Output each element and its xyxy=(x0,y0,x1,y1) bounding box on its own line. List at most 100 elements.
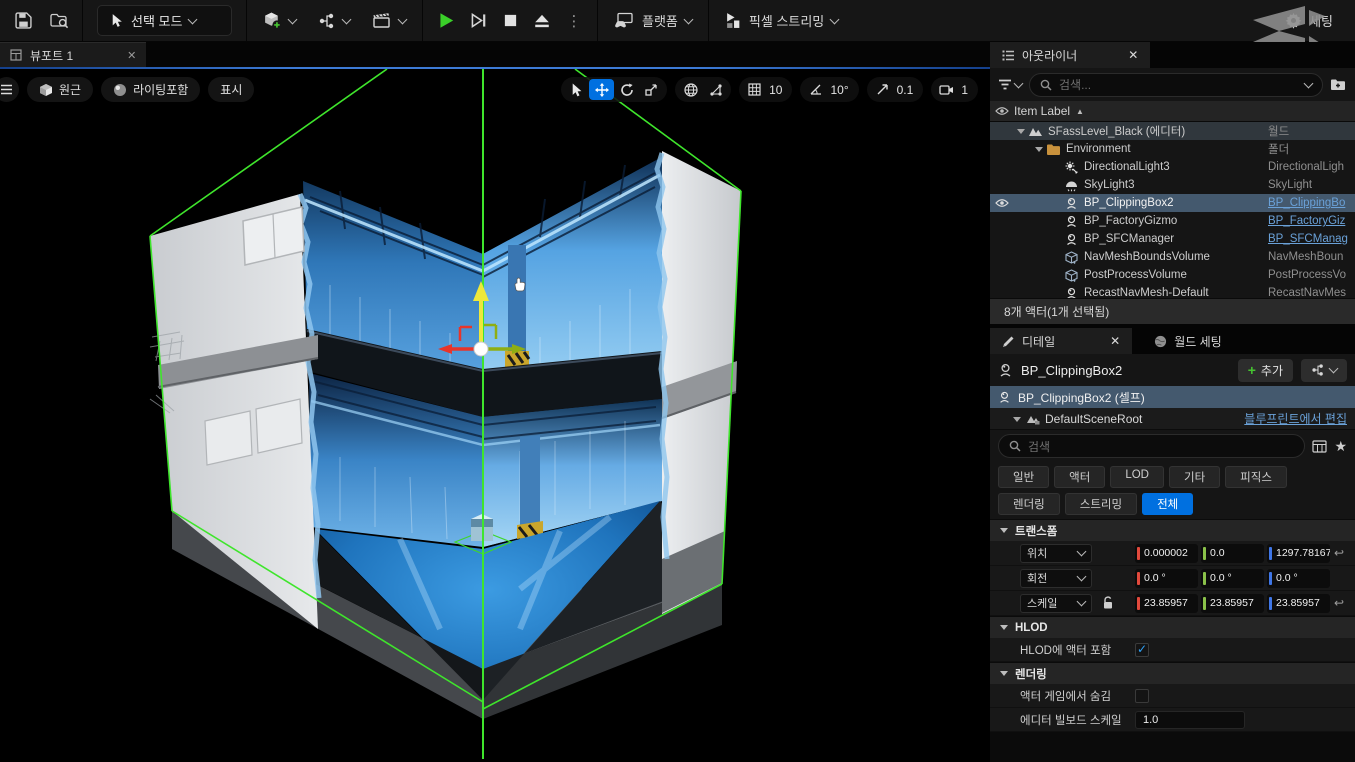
blueprint-actions-dropdown[interactable] xyxy=(1301,359,1347,382)
unlock-icon[interactable] xyxy=(1102,596,1114,610)
cinematics-dropdown[interactable] xyxy=(364,7,414,34)
transform-value-input[interactable]: 0.0 ° xyxy=(1135,569,1198,588)
section-rendering[interactable]: 렌더링 xyxy=(990,662,1355,684)
view-mode-dropdown[interactable]: 라이팅포함 xyxy=(101,77,200,102)
surface-snap-button[interactable] xyxy=(703,79,728,100)
tab-viewport-1[interactable]: 뷰포트 1 ✕ xyxy=(0,42,146,67)
camera-speed-button[interactable] xyxy=(934,79,959,100)
filter-pill-렌더링[interactable]: 렌더링 xyxy=(998,493,1060,515)
blueprints-dropdown[interactable] xyxy=(310,7,358,35)
play-options-button[interactable]: ⋮ xyxy=(559,6,589,36)
expand-arrow-icon[interactable] xyxy=(1034,144,1044,154)
hidden-in-game-checkbox[interactable] xyxy=(1135,689,1149,703)
filter-pill-기타[interactable]: 기타 xyxy=(1169,466,1220,488)
favorites-star-icon[interactable]: ★ xyxy=(1334,438,1347,455)
viewport-options-button[interactable] xyxy=(0,77,19,102)
select-tool-button[interactable] xyxy=(564,79,589,100)
camera-speed-value[interactable]: 1 xyxy=(959,83,975,97)
coord-snap-tools xyxy=(675,77,731,102)
tab-details[interactable]: 디테일 ✕ xyxy=(990,328,1132,354)
angle-snap-button[interactable] xyxy=(803,79,828,100)
transform-value-input[interactable]: 23.85957 xyxy=(1267,594,1330,613)
angle-snap-value[interactable]: 10° xyxy=(828,83,855,97)
eye-icon[interactable] xyxy=(990,198,1014,208)
outliner-row[interactable]: SkyLight3SkyLight xyxy=(990,176,1355,194)
stop-button[interactable] xyxy=(495,6,525,36)
outliner-item-type[interactable]: BP_ClippingBo xyxy=(1268,197,1355,209)
outliner-filter-button[interactable] xyxy=(998,79,1022,91)
eject-button[interactable] xyxy=(527,6,557,36)
details-search-input[interactable]: 검색 xyxy=(998,434,1305,458)
content-browser-button[interactable] xyxy=(44,6,74,36)
component-row-scene-root[interactable]: DefaultSceneRoot 블루프린트에서 편집 xyxy=(990,408,1355,430)
transform-value-input[interactable]: 0.0 ° xyxy=(1267,569,1330,588)
grid-snap-button[interactable] xyxy=(742,79,767,100)
transform-value-input[interactable]: 1297.781677 xyxy=(1267,544,1330,563)
outliner-item-type[interactable]: BP_FactoryGiz xyxy=(1268,215,1355,227)
component-row-self[interactable]: BP_ClippingBox2 (셀프) xyxy=(990,386,1355,408)
transform-axis-dropdown[interactable]: 위치 xyxy=(1020,544,1092,563)
edit-in-blueprint-link[interactable]: 블루프린트에서 편집 xyxy=(1244,410,1347,427)
expand-arrow-icon[interactable] xyxy=(1012,414,1022,424)
section-transform[interactable]: 트랜스폼 xyxy=(990,519,1355,541)
billboard-scale-input[interactable]: 1.0 xyxy=(1135,711,1245,729)
outliner-row[interactable]: DirectionalLight3DirectionalLigh xyxy=(990,158,1355,176)
pixel-streaming-dropdown[interactable]: 픽셀 스트리밍 xyxy=(717,6,846,35)
outliner-row[interactable]: SFassLevel_Black (에디터)월드 xyxy=(990,122,1355,140)
outliner-row[interactable]: PostProcessVolumePostProcessVo xyxy=(990,266,1355,284)
grid-snap-value[interactable]: 10 xyxy=(767,83,789,97)
outliner-add-folder-button[interactable] xyxy=(1330,78,1347,92)
transform-axis-dropdown[interactable]: 회전 xyxy=(1020,569,1092,588)
transform-value-input[interactable]: 0.0 xyxy=(1201,544,1264,563)
outliner-row[interactable]: RecastNavMesh-DefaultRecastNavMes xyxy=(990,284,1355,298)
details-search-row: 검색 ★ xyxy=(990,430,1355,462)
transform-value-input[interactable]: 0.000002 xyxy=(1135,544,1198,563)
scale-tool-button[interactable] xyxy=(639,79,664,100)
filter-pill-스트리밍[interactable]: 스트리밍 xyxy=(1065,493,1137,515)
filter-pill-전체[interactable]: 전체 xyxy=(1142,493,1193,515)
item-label-column-header[interactable]: Item Label xyxy=(1014,104,1070,118)
expand-arrow-icon[interactable] xyxy=(1016,126,1026,136)
perspective-dropdown[interactable]: 원근 xyxy=(27,77,93,102)
move-tool-button[interactable] xyxy=(589,79,614,100)
outliner-search-input[interactable]: 검색... xyxy=(1029,73,1323,97)
scale-snap-value[interactable]: 0.1 xyxy=(895,83,921,97)
reset-to-default-button[interactable]: ↩ xyxy=(1334,546,1344,560)
close-icon[interactable]: ✕ xyxy=(1128,48,1138,62)
world-coord-button[interactable] xyxy=(678,79,703,100)
outliner-row[interactable]: BP_SFCManagerBP_SFCManag xyxy=(990,230,1355,248)
outliner-item-type[interactable]: BP_SFCManag xyxy=(1268,233,1355,245)
viewport-3d[interactable]: 원근 라이팅포함 표시 xyxy=(0,69,990,762)
save-button[interactable] xyxy=(8,6,38,36)
hlod-include-checkbox[interactable] xyxy=(1135,643,1149,657)
filter-pill-일반[interactable]: 일반 xyxy=(998,466,1049,488)
transform-value-input[interactable]: 0.0 ° xyxy=(1201,569,1264,588)
outliner-row[interactable]: Environment폴더 xyxy=(990,140,1355,158)
filter-pill-액터[interactable]: 액터 xyxy=(1054,466,1105,488)
filter-pill-피직스[interactable]: 피직스 xyxy=(1225,466,1287,488)
transform-value-input[interactable]: 23.85957 xyxy=(1135,594,1198,613)
play-button[interactable] xyxy=(431,6,461,36)
tab-outliner[interactable]: 아웃라이너 ✕ xyxy=(990,42,1150,68)
play-advance-button[interactable] xyxy=(463,6,493,36)
scale-snap-button[interactable] xyxy=(870,79,895,100)
platform-dropdown[interactable]: 플랫폼 xyxy=(606,6,700,35)
select-mode-dropdown[interactable]: 선택 모드 xyxy=(97,5,232,36)
details-display-options-button[interactable] xyxy=(1312,440,1327,453)
transform-axis-dropdown[interactable]: 스케일 xyxy=(1020,594,1092,613)
outliner-row[interactable]: NavMeshBoundsVolumeNavMeshBoun xyxy=(990,248,1355,266)
section-hlod[interactable]: HLOD xyxy=(990,616,1355,638)
outliner-row[interactable]: BP_ClippingBox2BP_ClippingBo xyxy=(990,194,1355,212)
add-component-button[interactable]: + 추가 xyxy=(1238,359,1293,382)
eye-column-header[interactable] xyxy=(990,106,1014,116)
tab-world-settings[interactable]: 월드 세팅 xyxy=(1142,328,1234,354)
close-icon[interactable]: ✕ xyxy=(1110,334,1120,348)
show-dropdown[interactable]: 표시 xyxy=(208,77,254,102)
close-icon[interactable]: ✕ xyxy=(127,49,136,62)
reset-to-default-button[interactable]: ↩ xyxy=(1334,596,1344,610)
rotate-tool-button[interactable] xyxy=(614,79,639,100)
add-actor-dropdown[interactable] xyxy=(255,6,304,35)
transform-value-input[interactable]: 23.85957 xyxy=(1201,594,1264,613)
outliner-row[interactable]: BP_FactoryGizmoBP_FactoryGiz xyxy=(990,212,1355,230)
filter-pill-LOD[interactable]: LOD xyxy=(1110,466,1164,488)
